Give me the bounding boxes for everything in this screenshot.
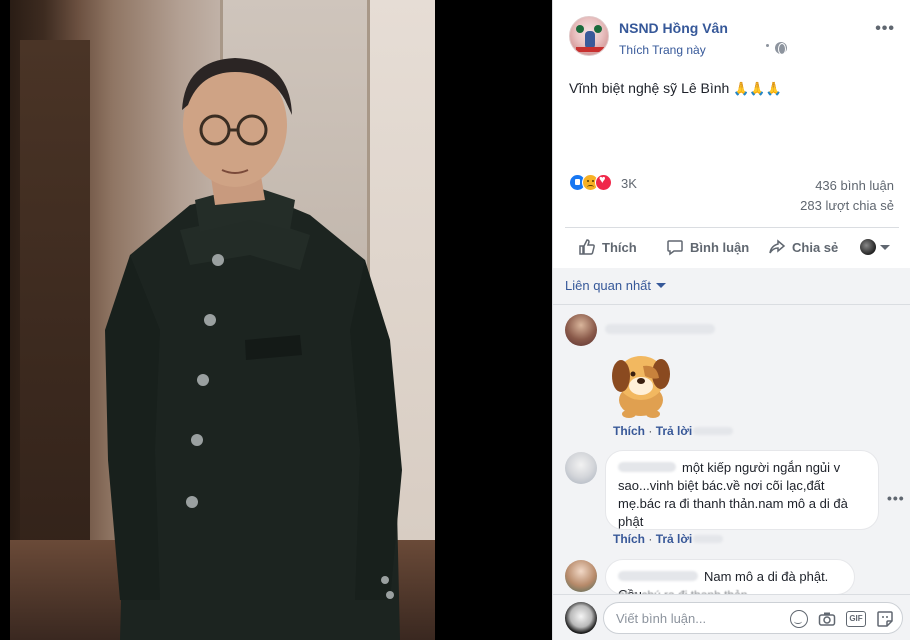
comment-input-placeholder: Viết bình luận... xyxy=(616,611,707,626)
emoji-icon[interactable] xyxy=(790,610,808,628)
more-options-icon[interactable]: ••• xyxy=(875,20,895,38)
comment-reply-link[interactable]: Trả lời xyxy=(656,532,693,546)
blurred-name xyxy=(605,324,715,334)
gif-icon[interactable]: GIF xyxy=(846,611,866,627)
love-reaction-icon xyxy=(595,174,612,191)
post-header: NSND Hồng Vân Thích Trang này ••• xyxy=(553,0,910,70)
commenter-avatar[interactable] xyxy=(565,314,597,346)
blurred-timestamp xyxy=(693,535,723,543)
commenter-avatar[interactable] xyxy=(565,452,597,484)
user-avatar xyxy=(565,602,597,634)
comment-composer: Viết bình luận... GIF xyxy=(553,594,910,640)
comment-options-icon[interactable]: ••• xyxy=(887,490,905,506)
comment-actions: Thích · Trả lời xyxy=(613,532,693,546)
share-button[interactable]: Chia sẻ xyxy=(768,236,838,258)
comments-count[interactable]: 436 bình luận xyxy=(815,178,894,193)
comment-bubble: Nam mô a di đà phật. Cầu nho chú ra đi t… xyxy=(605,559,855,595)
comment-reply-link[interactable]: Trả lời xyxy=(656,424,693,438)
globe-icon xyxy=(775,42,787,55)
separator-dot xyxy=(766,44,769,47)
comment-text: một kiếp người ngắn ngủi v sao...vinh bi… xyxy=(618,460,848,529)
sticker-icon[interactable] xyxy=(876,610,894,628)
comment-label: Bình luận xyxy=(690,239,750,255)
reaction-count[interactable]: 3K xyxy=(621,176,637,191)
photo-image xyxy=(10,0,435,640)
comment-input[interactable]: Viết bình luận... GIF xyxy=(603,602,903,634)
action-bar: Thích Bình luận Chia sẻ xyxy=(565,227,899,265)
divider xyxy=(553,304,910,305)
comment-sort-label: Liên quan nhất xyxy=(565,278,652,293)
comments-section: Liên quan nhất Thích · Trả lời một kiếp … xyxy=(553,268,910,640)
page-name[interactable]: NSND Hồng Vân xyxy=(619,20,728,36)
like-page-link[interactable]: Thích Trang này xyxy=(619,43,706,57)
commenter-avatar[interactable] xyxy=(565,560,597,592)
share-label: Chia sẻ xyxy=(792,239,839,255)
like-label: Thích xyxy=(602,239,637,255)
audience-avatar xyxy=(860,239,876,255)
post-message: Vĩnh biệt nghệ sỹ Lê Bình xyxy=(569,80,730,96)
dog-facepalm-sticker xyxy=(612,356,670,418)
post-photo[interactable] xyxy=(0,0,552,640)
pray-emoji: 🙏🙏🙏 xyxy=(733,81,782,96)
post-panel: NSND Hồng Vân Thích Trang này ••• Vĩnh b… xyxy=(552,0,910,640)
comment-button[interactable]: Bình luận xyxy=(666,236,749,258)
comment-like-link[interactable]: Thích xyxy=(613,424,645,438)
comment-bubble: một kiếp người ngắn ngủi v sao...vinh bi… xyxy=(605,450,879,530)
comment-sort-dropdown[interactable]: Liên quan nhất xyxy=(565,278,667,293)
comment-actions: Thích · Trả lời xyxy=(613,424,693,438)
chevron-down-icon xyxy=(656,283,667,288)
shares-count[interactable]: 283 lượt chia sẻ xyxy=(800,198,894,213)
chevron-down-icon xyxy=(880,244,890,250)
post-text: Vĩnh biệt nghệ sỹ Lê Bình 🙏🙏🙏 xyxy=(569,80,782,97)
man-in-black-suit xyxy=(105,58,402,640)
camera-icon[interactable] xyxy=(818,610,836,628)
audience-selector[interactable] xyxy=(860,236,890,258)
thumbs-up-icon xyxy=(579,239,595,255)
comment-icon xyxy=(667,240,683,256)
blurred-timestamp xyxy=(693,427,733,435)
comment-like-link[interactable]: Thích xyxy=(613,532,645,546)
page-avatar[interactable] xyxy=(569,16,609,56)
share-icon xyxy=(769,239,786,254)
like-button[interactable]: Thích xyxy=(578,236,637,258)
